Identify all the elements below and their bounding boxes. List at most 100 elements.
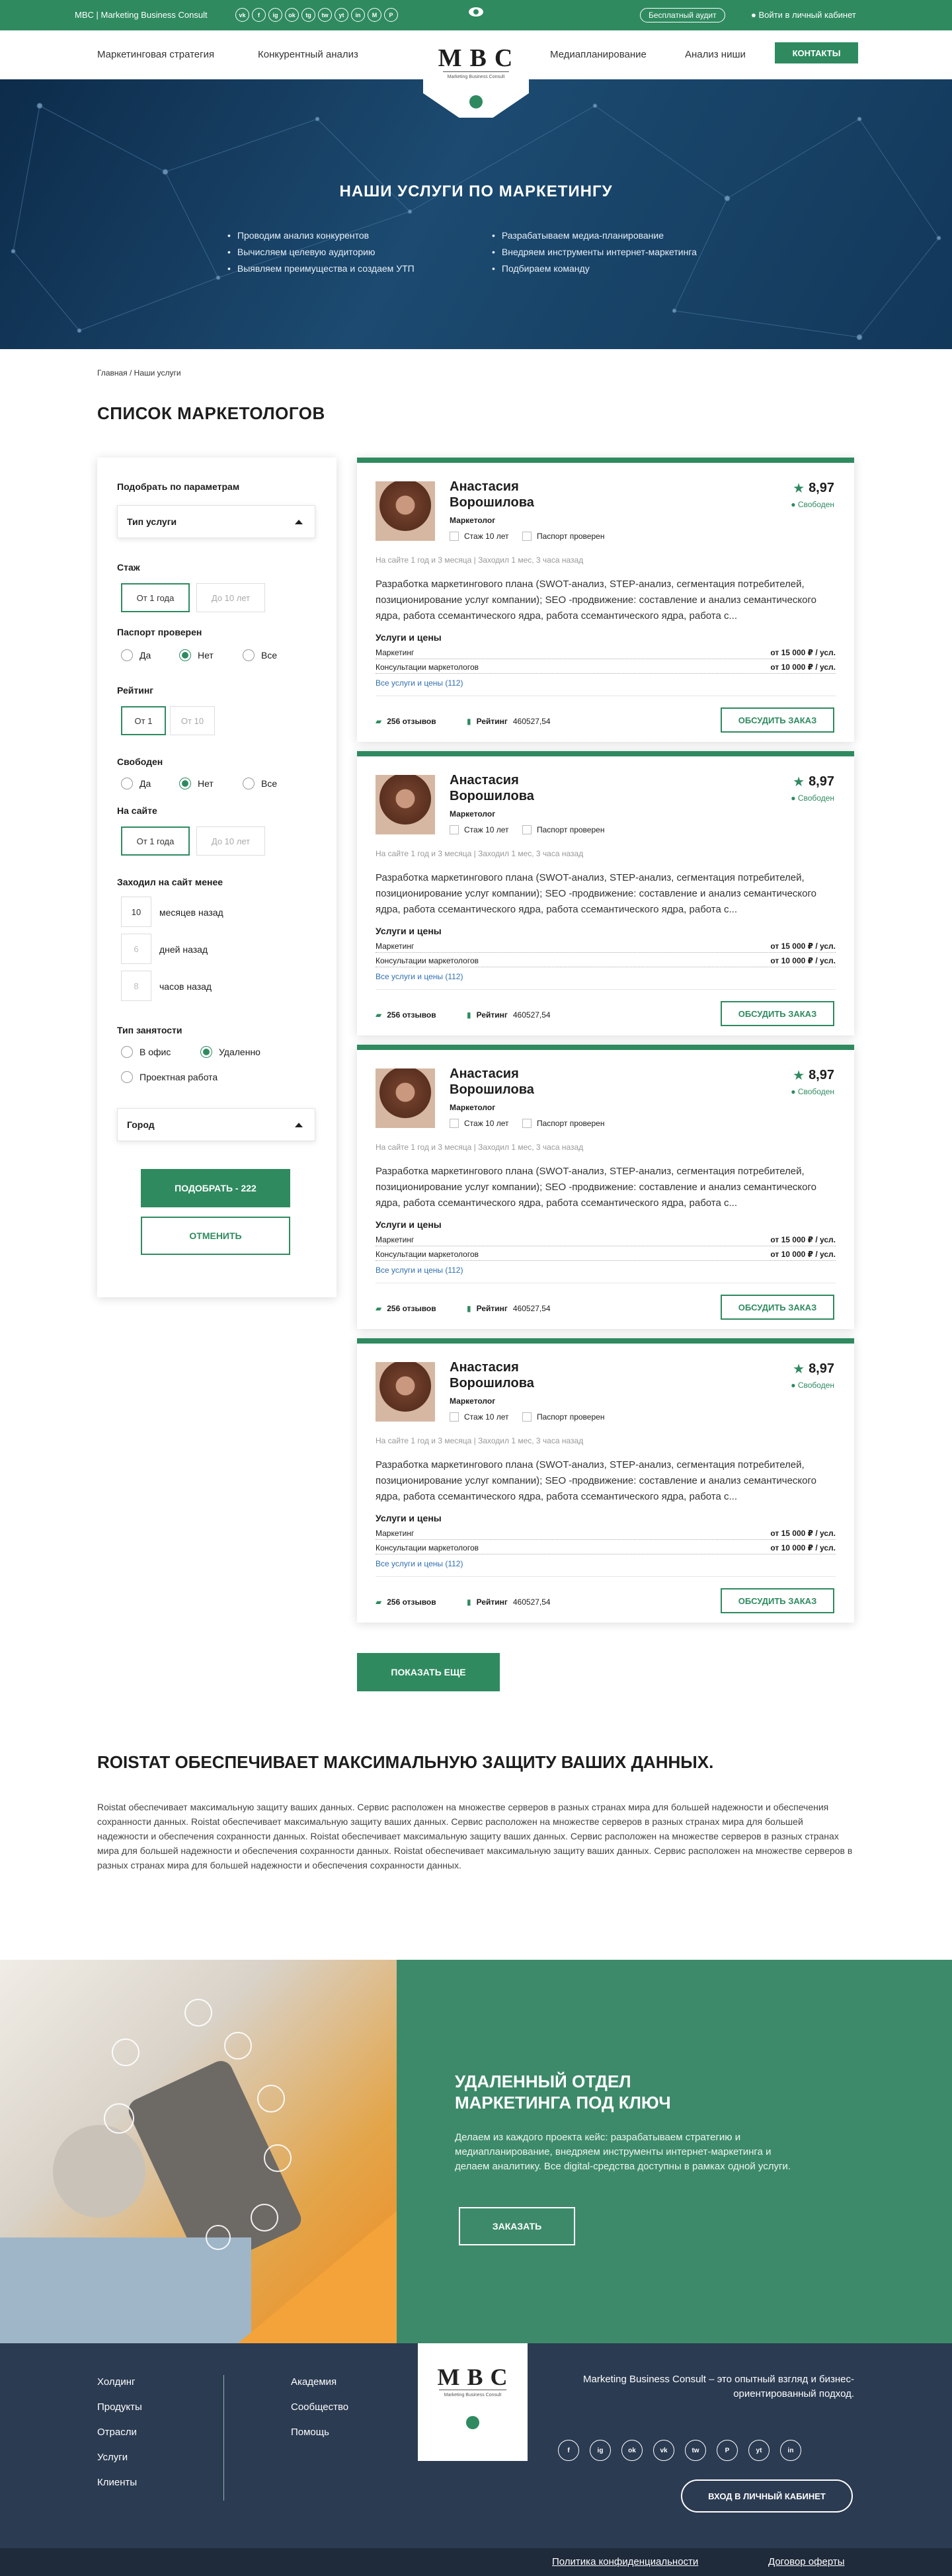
marketer-name[interactable]: Анастасия Ворошилова [450, 479, 595, 510]
marketer-photo[interactable] [376, 1068, 435, 1128]
order-button[interactable]: ЗАКАЗАТЬ [459, 2207, 575, 2245]
footer-menu-1: Холдинг Продукты Отрасли Услуги Клиенты [97, 2370, 142, 2495]
reviews-count[interactable]: ▰ 256 отзывов [376, 1010, 436, 1020]
pinterest-icon[interactable]: P [717, 2440, 738, 2461]
youtube-icon[interactable]: yt [335, 8, 348, 22]
discuss-order-button[interactable]: ОБСУДИТЬ ЗАКАЗ [721, 707, 834, 733]
passport-all-radio[interactable]: Все [243, 649, 277, 661]
telegram-icon[interactable]: tg [301, 8, 315, 22]
all-services-link[interactable]: Все услуги и цены (112) [376, 972, 463, 981]
footer-link[interactable]: Продукты [97, 2395, 142, 2420]
free-audit-button[interactable]: Бесплатный аудит [640, 8, 725, 22]
discuss-order-button[interactable]: ОБСУДИТЬ ЗАКАЗ [721, 1588, 834, 1613]
instagram-icon[interactable]: ig [268, 8, 282, 22]
services-title: Услуги и цены [376, 632, 442, 643]
linkedin-icon[interactable]: in [780, 2440, 801, 2461]
passport-yes-radio[interactable]: Да [121, 649, 151, 661]
twitter-icon[interactable]: tw [685, 2440, 706, 2461]
months-input[interactable]: 10 [121, 897, 151, 927]
footer-link[interactable]: Услуги [97, 2445, 142, 2470]
vk-icon[interactable]: vk [235, 8, 249, 22]
all-services-link[interactable]: Все услуги и цены (112) [376, 1266, 463, 1275]
marketer-name[interactable]: Анастасия Ворошилова [450, 772, 595, 804]
cabinet-login-button[interactable]: ВХОД В ЛИЧНЫЙ КАБИНЕТ [681, 2479, 853, 2513]
marketer-card[interactable]: Анастасия Ворошилова Маркетолог Стаж 10 … [357, 1045, 854, 1329]
marketer-card[interactable]: Анастасия Ворошилова Маркетолог Стаж 10 … [357, 458, 854, 742]
nav-item-mediaplanning[interactable]: Медиапланирование [550, 49, 647, 60]
eye-icon[interactable] [467, 3, 485, 21]
apply-filter-button[interactable]: ПОДОБРАТЬ - 222 [141, 1169, 290, 1207]
hours-label: часов назад [159, 981, 212, 992]
days-input[interactable]: 6 [121, 934, 151, 964]
instagram-icon[interactable]: ig [590, 2440, 611, 2461]
breadcrumb[interactable]: Главная / Наши услуги [97, 368, 181, 378]
rating-from-input[interactable]: От 1 [121, 706, 166, 735]
footer-logo[interactable]: MBC Marketing Business Consult [418, 2343, 528, 2461]
linkedin-icon[interactable]: in [351, 8, 365, 22]
footer-link[interactable]: Холдинг [97, 2370, 142, 2395]
employment-office-radio[interactable]: В офис [121, 1046, 171, 1058]
discuss-order-button[interactable]: ОБСУДИТЬ ЗАКАЗ [721, 1001, 834, 1026]
nav-item-niche[interactable]: Анализ ниши [685, 49, 746, 60]
logo-letters: MBC [437, 2364, 515, 2390]
footer-link[interactable]: Академия [291, 2370, 348, 2395]
rating-to-input[interactable]: От 10 [170, 706, 215, 735]
stazh-to-input[interactable]: До 10 лет [196, 583, 265, 612]
service-row: Маркетинг от 15 000 ₽ / усл. [376, 942, 836, 953]
employment-project-radio[interactable]: Проектная работа [121, 1071, 218, 1083]
medium-icon[interactable]: M [368, 8, 381, 22]
nav-item-strategy[interactable]: Маркетинговая стратегия [97, 49, 214, 60]
city-select[interactable]: Город [117, 1108, 315, 1141]
service-type-select[interactable]: Тип услуги [117, 505, 315, 538]
stazh-from-input[interactable]: От 1 года [121, 583, 190, 612]
footer-link[interactable]: Клиенты [97, 2470, 142, 2495]
youtube-icon[interactable]: yt [748, 2440, 770, 2461]
marketer-photo[interactable] [376, 1362, 435, 1422]
site-to-input[interactable]: До 10 лет [196, 826, 265, 856]
all-services-link[interactable]: Все услуги и цены (112) [376, 1559, 463, 1568]
marketer-name[interactable]: Анастасия Ворошилова [450, 1066, 595, 1098]
facebook-icon[interactable]: f [252, 8, 266, 22]
privacy-policy-link[interactable]: Политика конфиденциальности [552, 2556, 698, 2567]
odnoklassniki-icon[interactable]: ok [285, 8, 299, 22]
marketer-name[interactable]: Анастасия Ворошилова [450, 1359, 595, 1391]
marketer-photo[interactable] [376, 481, 435, 541]
discuss-order-button[interactable]: ОБСУДИТЬ ЗАКАЗ [721, 1295, 834, 1320]
vk-icon[interactable]: vk [653, 2440, 674, 2461]
hero-bullet: Внедряем инструменты интернет-маркетинга [492, 244, 697, 261]
free-yes-radio[interactable]: Да [121, 778, 151, 789]
employment-remote-radio[interactable]: Удаленно [200, 1046, 260, 1058]
free-all-radio[interactable]: Все [243, 778, 277, 789]
services-title: Услуги и цены [376, 1513, 442, 1523]
site-from-input[interactable]: От 1 года [121, 826, 190, 856]
offer-agreement-link[interactable]: Договор оферты [768, 2556, 845, 2567]
contacts-button[interactable]: КОНТАКТЫ [775, 42, 858, 63]
rating-info: ▮ Рейтинг 460527,54 [467, 1304, 551, 1313]
footer-link[interactable]: Отрасли [97, 2420, 142, 2445]
reviews-count[interactable]: ▰ 256 отзывов [376, 1597, 436, 1607]
service-row: Маркетинг от 15 000 ₽ / усл. [376, 1235, 836, 1246]
footer-link[interactable]: Помощь [291, 2420, 348, 2445]
days-label: дней назад [159, 944, 208, 955]
marketer-photo[interactable] [376, 775, 435, 834]
footer-link[interactable]: Сообщество [291, 2395, 348, 2420]
bars-icon: ▮ [467, 1597, 471, 1607]
cancel-filter-button[interactable]: ОТМЕНИТЬ [141, 1217, 290, 1255]
show-more-button[interactable]: ПОКАЗАТЬ ЕЩЕ [357, 1653, 500, 1691]
free-no-radio[interactable]: Нет [179, 778, 214, 789]
reviews-count[interactable]: ▰ 256 отзывов [376, 717, 436, 726]
all-services-link[interactable]: Все услуги и цены (112) [376, 678, 463, 688]
facebook-icon[interactable]: f [558, 2440, 579, 2461]
odnoklassniki-icon[interactable]: ok [621, 2440, 643, 2461]
hero-bullet: Разрабатываем медиа-планирование [492, 227, 697, 244]
login-link[interactable]: ● Войти в личный кабинет [751, 10, 856, 20]
twitter-icon[interactable]: tw [318, 8, 332, 22]
hours-input[interactable]: 8 [121, 971, 151, 1001]
marketer-card[interactable]: Анастасия Ворошилова Маркетолог Стаж 10 … [357, 751, 854, 1035]
nav-item-competitors[interactable]: Конкурентный анализ [258, 49, 358, 60]
reviews-count[interactable]: ▰ 256 отзывов [376, 1304, 436, 1313]
status-badge: ● Свободен [791, 500, 834, 509]
passport-no-radio[interactable]: Нет [179, 649, 214, 661]
pinterest-icon[interactable]: P [384, 8, 398, 22]
marketer-card[interactable]: Анастасия Ворошилова Маркетолог Стаж 10 … [357, 1338, 854, 1623]
